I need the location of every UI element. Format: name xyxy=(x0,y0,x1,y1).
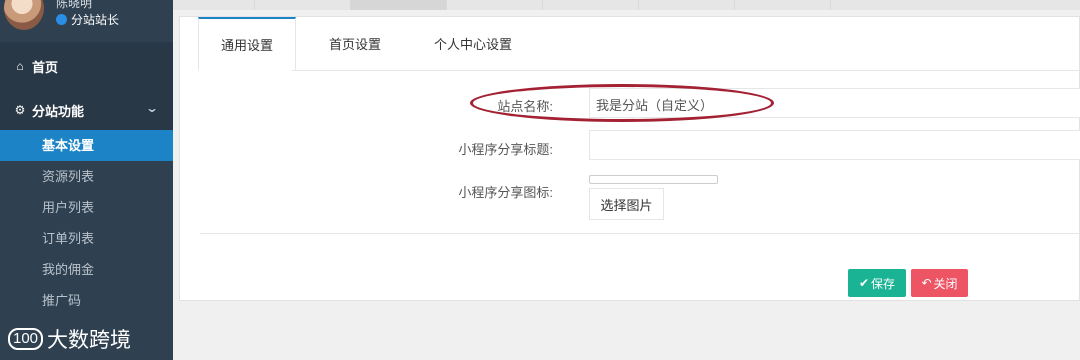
chevron-down-icon: ⌄ xyxy=(145,101,159,115)
sidebar-item-resources[interactable]: 资源列表 xyxy=(0,161,173,192)
page-tab[interactable] xyxy=(201,0,255,10)
nav-top: ⌂ 首页 ⚙ 分站功能 ⌄ xyxy=(0,42,173,130)
home-icon: ⌂ xyxy=(16,59,24,73)
page-tab[interactable] xyxy=(735,0,831,10)
page-tab[interactable] xyxy=(447,0,543,10)
save-button[interactable]: ✔ 保存 xyxy=(848,269,906,297)
nav-home[interactable]: ⌂ 首页 xyxy=(0,48,173,84)
share-icon-preview xyxy=(589,175,718,184)
page-tab[interactable] xyxy=(639,0,735,10)
status-dot-icon xyxy=(56,14,67,25)
reply-icon: ↶ xyxy=(921,276,932,290)
tab-home-settings[interactable]: 首页设置 xyxy=(306,17,404,70)
share-title-label: 小程序分享标题: xyxy=(458,142,553,157)
gear-icon: ⚙ xyxy=(14,103,26,117)
highlight-annotation xyxy=(470,84,774,122)
avatar[interactable] xyxy=(4,0,44,30)
form-divider xyxy=(200,233,1080,234)
tabs-divider xyxy=(292,70,1080,71)
sidebar-item-basic-settings[interactable]: 基本设置 xyxy=(0,130,173,161)
share-title-input[interactable] xyxy=(589,130,1080,160)
share-icon-label: 小程序分享图标: xyxy=(458,185,553,200)
sidebar-item-orders[interactable]: 订单列表 xyxy=(0,223,173,254)
top-tab-strip xyxy=(173,0,1080,10)
role-label: 分站站长 xyxy=(71,13,120,27)
tab-general-settings[interactable]: 通用设置 xyxy=(198,17,296,70)
sidebar-item-commission[interactable]: 我的佣金 xyxy=(0,254,173,285)
save-label: 保存 xyxy=(871,276,896,291)
settings-panel: 通用设置 首页设置 个人中心设置 站点名称: 我是分站（自定义） 小程序分享标题… xyxy=(179,16,1080,301)
sidebar: 陈晓明 分站站长 ⌂ 首页 ⚙ 分站功能 ⌄ 基本设置 资源列表 用户列表 订单… xyxy=(0,0,173,360)
choose-image-button[interactable]: 选择图片 xyxy=(589,188,664,220)
settings-tabs: 通用设置 首页设置 个人中心设置 xyxy=(198,17,542,70)
profile-role: 分站站长 xyxy=(56,11,119,28)
submenu: 基本设置 资源列表 用户列表 订单列表 我的佣金 推广码 xyxy=(0,130,173,316)
page-tab[interactable] xyxy=(255,0,351,10)
close-button[interactable]: ↶ 关闭 xyxy=(911,269,968,297)
brand-watermark: 100 大数跨境 xyxy=(8,324,131,354)
page-tab-active[interactable] xyxy=(351,0,447,10)
check-icon: ✔ xyxy=(858,276,870,290)
page-tab[interactable] xyxy=(543,0,639,10)
nav-substation-functions[interactable]: ⚙ 分站功能 ⌄ xyxy=(0,92,173,128)
close-label: 关闭 xyxy=(933,276,958,291)
brand-logo-icon: 100 xyxy=(8,328,44,350)
tab-personal-center-settings[interactable]: 个人中心设置 xyxy=(414,17,532,70)
profile: 陈晓明 分站站长 xyxy=(0,0,173,42)
nav-home-label: 首页 xyxy=(32,59,59,75)
sidebar-item-users[interactable]: 用户列表 xyxy=(0,192,173,223)
brand-text: 大数跨境 xyxy=(47,329,132,352)
profile-name: 陈晓明 xyxy=(56,0,93,10)
nav-function-label: 分站功能 xyxy=(32,103,85,119)
sidebar-item-promo-code[interactable]: 推广码 xyxy=(0,285,173,316)
